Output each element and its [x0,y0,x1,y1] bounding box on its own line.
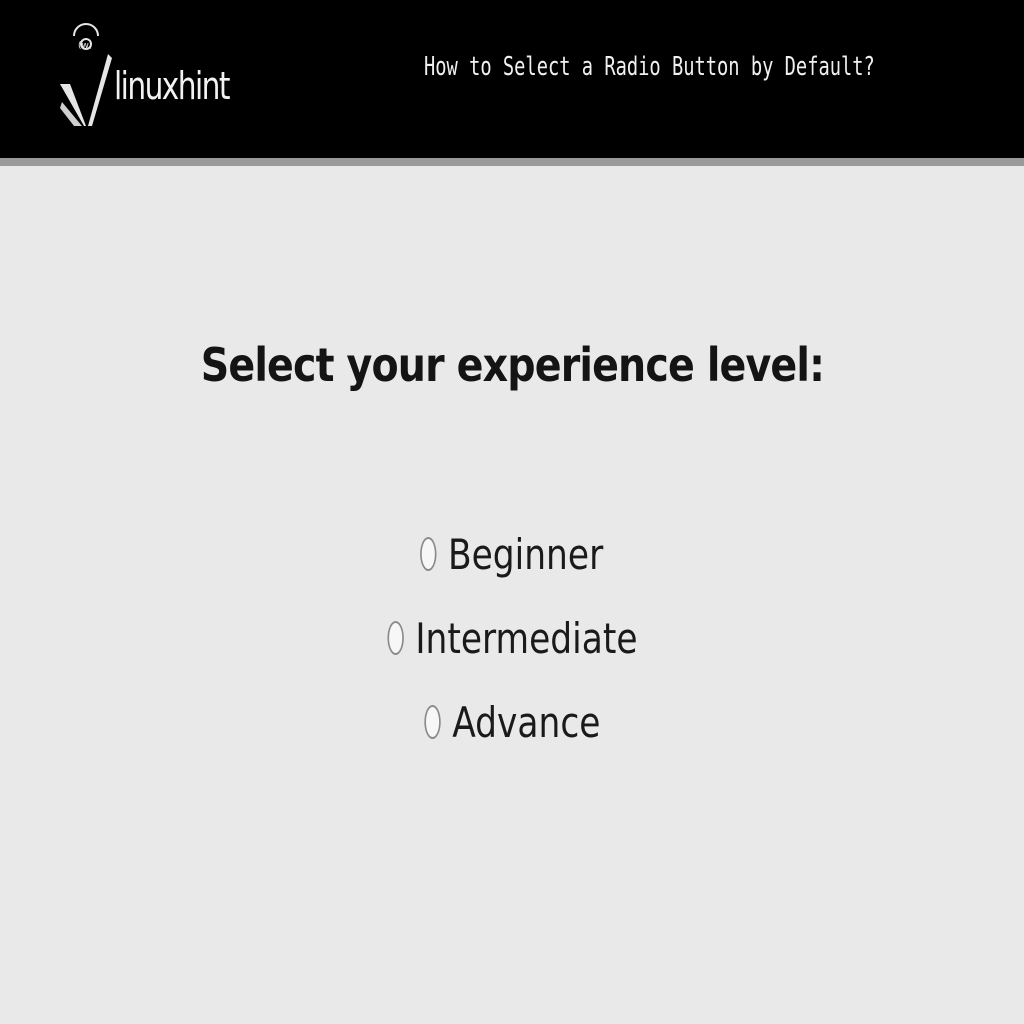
radio-beginner[interactable] [420,537,437,571]
radio-label-advance[interactable]: Advance [452,698,600,747]
radio-intermediate[interactable] [386,621,404,655]
radio-label-beginner[interactable]: Beginner [448,530,603,579]
radio-label-intermediate[interactable]: Intermediate [415,614,637,663]
radio-option-advance[interactable]: Advance [0,680,1024,764]
linuxhint-logo[interactable]: (w) linuxhint [56,14,231,129]
linuxhint-logo-icon: (w) [60,23,112,126]
radio-advance[interactable] [423,705,441,739]
radio-option-intermediate[interactable]: Intermediate [0,596,1024,680]
logo-text: linuxhint [114,64,231,108]
radio-option-beginner[interactable]: Beginner [0,512,1024,596]
site-header: (w) linuxhint How to Select a Radio Butt… [0,0,1024,158]
svg-text:(w): (w) [78,41,92,51]
experience-heading-text: Select your experience level: [200,338,824,392]
header-divider [0,158,1024,166]
experience-heading: Select your experience level: [0,338,1024,392]
page-title: How to Select a Radio Button by Default? [424,52,875,82]
experience-radio-group: Beginner Intermediate Advance [0,512,1024,764]
